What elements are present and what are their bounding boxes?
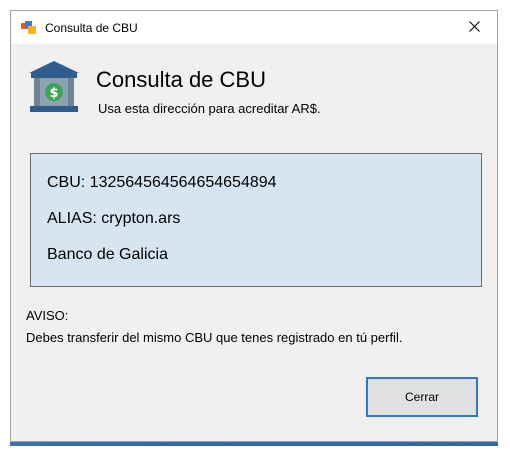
notice-text: Debes transferir del mismo CBU que tenes… <box>26 330 403 345</box>
close-icon <box>468 19 480 37</box>
svg-text:$: $ <box>49 86 58 101</box>
bank-name: Banco de Galicia <box>47 246 168 263</box>
account-info-panel: CBU: 1325645645646546548​94 ALIAS: crypt… <box>30 153 482 287</box>
window-shadow <box>10 442 498 446</box>
window-close-button[interactable] <box>451 11 497 44</box>
notice-title: AVISO: <box>26 308 69 323</box>
cerrar-button[interactable]: Cerrar <box>366 377 478 417</box>
bank-icon: $ <box>27 59 81 115</box>
title-bar: Consulta de CBU <box>11 11 497 44</box>
alias-value: ALIAS: crypton.ars <box>47 210 181 227</box>
window-title: Consulta de CBU <box>45 21 138 35</box>
page-subtitle: Usa esta dirección para acreditar AR$. <box>98 101 321 116</box>
dialog-window: Consulta de CBU $ Consulta de CBU Usa es… <box>10 10 498 442</box>
page-title: Consulta de CBU <box>96 67 266 92</box>
app-icon <box>21 21 37 35</box>
cbu-value: CBU: 1325645645646546548​94 <box>47 174 277 191</box>
